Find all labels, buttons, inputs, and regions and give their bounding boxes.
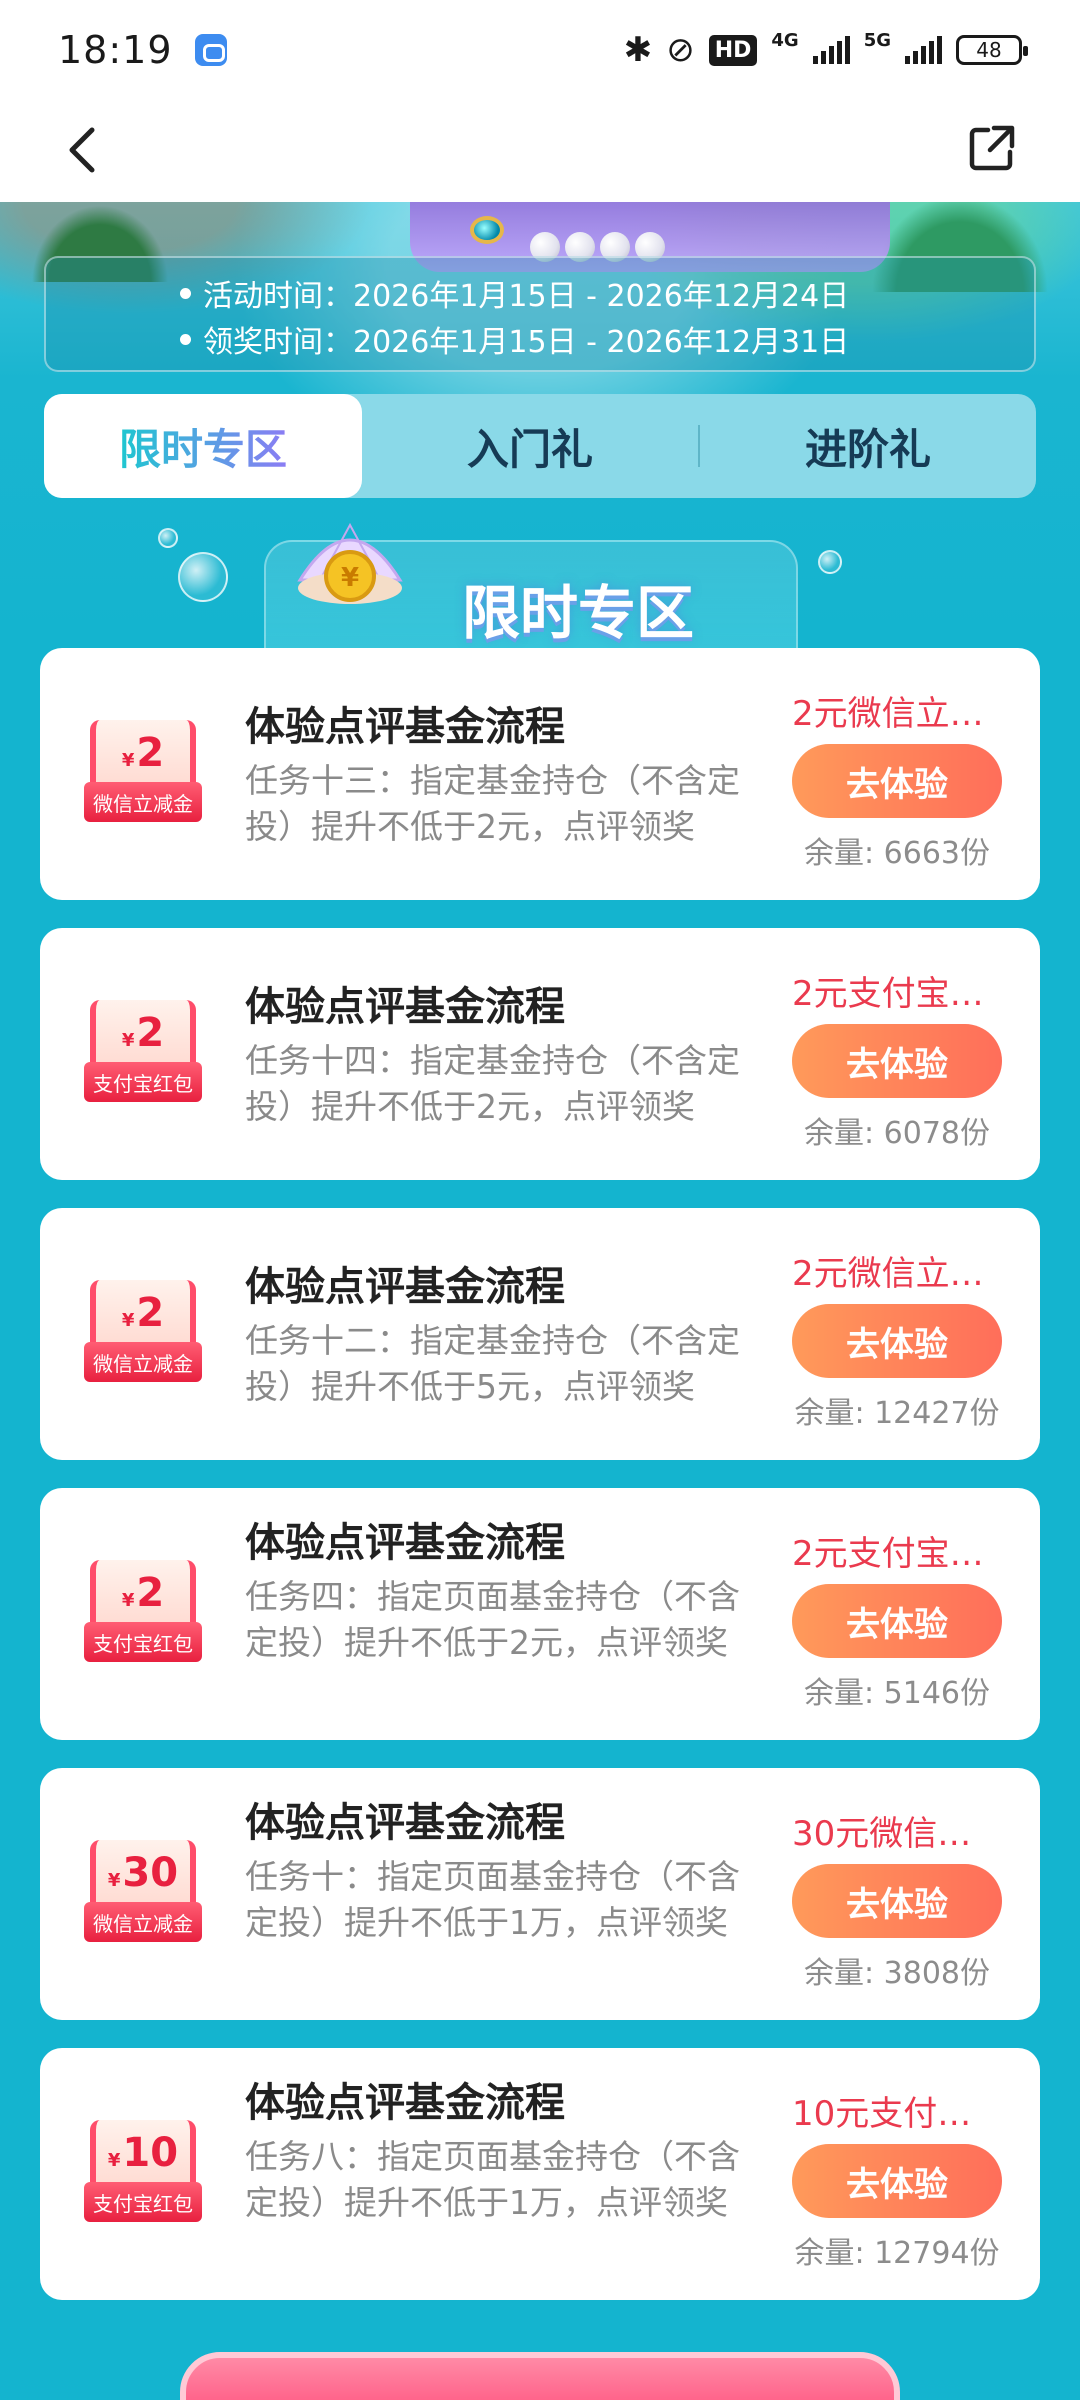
reward-text: 2元支付宝…: [792, 1534, 984, 1574]
task-title: 体验点评基金流程: [245, 1264, 565, 1310]
task-title: 体验点评基金流程: [245, 2080, 565, 2126]
bubble-decoration: [178, 552, 228, 602]
bullet-icon: [180, 333, 191, 345]
coupon-badge: ¥2 支付宝红包: [84, 1000, 202, 1108]
coupon-amount: 2: [136, 730, 165, 776]
section-title: 限时专区: [462, 579, 695, 647]
nav-bar: [0, 100, 1080, 202]
signal-bars-icon: [812, 36, 850, 64]
category-tabs: 限时专区 入门礼 进阶礼: [44, 394, 1036, 498]
tab-limited-time[interactable]: 限时专区: [44, 394, 362, 498]
stock-remaining: 余量: 6078份: [804, 1116, 990, 1151]
bubble-decoration: [158, 528, 178, 548]
link-icon: ⊘: [666, 30, 695, 70]
reward-time-text: 领奖时间：2026年1月15日 - 2026年12月31日: [203, 325, 850, 360]
try-button[interactable]: 去体验: [792, 1864, 1002, 1938]
task-description: 任务十：指定页面基金持仓（不含定投）提升不低于1万，点评领奖: [245, 1857, 740, 1942]
task-title: 体验点评基金流程: [245, 984, 565, 1030]
chevron-left-icon[interactable]: [58, 124, 110, 176]
stock-remaining: 余量: 3808份: [804, 1956, 990, 1991]
bottom-banner-decoration: [180, 2352, 900, 2400]
coupon-label: 微信立减金: [84, 782, 202, 822]
try-button[interactable]: 去体验: [792, 2144, 1002, 2218]
stock-remaining: 余量: 6663份: [804, 836, 990, 871]
status-time: 18:19: [58, 28, 173, 72]
task-description: 任务十四：指定基金持仓（不含定投）提升不低于2元，点评领奖: [245, 1041, 740, 1126]
bubble-decoration: [818, 550, 842, 574]
activity-time-box: 活动时间：2026年1月15日 - 2026年12月24日 领奖时间：2026年…: [44, 256, 1036, 372]
coupon-label: 支付宝红包: [84, 1062, 202, 1102]
activity-time-line: 活动时间：2026年1月15日 - 2026年12月24日: [180, 270, 1034, 316]
tab-label: 进阶礼: [804, 424, 931, 474]
reward-text: 2元微信立…: [792, 1254, 984, 1294]
coupon-badge: ¥10 支付宝红包: [84, 2120, 202, 2228]
task-description: 任务四：指定页面基金持仓（不含定投）提升不低于2元，点评领奖: [245, 1577, 740, 1662]
network-5g-label: 5G: [863, 29, 891, 51]
task-title: 体验点评基金流程: [245, 1520, 565, 1566]
coupon-label: 微信立减金: [84, 1902, 202, 1942]
task-card: ¥2 微信立减金 体验点评基金流程 任务十三：指定基金持仓（不含定投）提升不低于…: [40, 648, 1040, 900]
coupon-badge: ¥2 支付宝红包: [84, 1560, 202, 1668]
tab-beginner-gift[interactable]: 入门礼: [362, 394, 698, 498]
task-card: ¥2 微信立减金 体验点评基金流程 任务十二：指定基金持仓（不含定投）提升不低于…: [40, 1208, 1040, 1460]
network-4g-label: 4G: [771, 29, 799, 51]
task-list: ¥2 微信立减金 体验点评基金流程 任务十三：指定基金持仓（不含定投）提升不低于…: [40, 648, 1040, 2328]
coupon-label: 支付宝红包: [84, 1622, 202, 1662]
bluetooth-icon: ✱: [623, 30, 653, 70]
signal-bars-icon-2: [905, 36, 942, 64]
stock-remaining: 余量: 12794份: [794, 2236, 1000, 2271]
gem-icon: [470, 216, 504, 244]
activity-time-text: 活动时间：2026年1月15日 - 2026年12月24日: [203, 279, 850, 314]
reward-text: 2元微信立…: [792, 694, 984, 734]
app-notification-icon: [194, 34, 227, 66]
reward-text: 10元支付…: [792, 2094, 972, 2134]
task-card: ¥2 支付宝红包 体验点评基金流程 任务十四：指定基金持仓（不含定投）提升不低于…: [40, 928, 1040, 1180]
task-card: ¥2 支付宝红包 体验点评基金流程 任务四：指定页面基金持仓（不含定投）提升不低…: [40, 1488, 1040, 1740]
coupon-amount: 30: [122, 1850, 179, 1896]
try-button[interactable]: 去体验: [792, 1584, 1002, 1658]
tab-label: 入门礼: [466, 424, 593, 474]
tab-label: 限时专区: [119, 416, 287, 477]
task-description: 任务十三：指定基金持仓（不含定投）提升不低于2元，点评领奖: [245, 761, 740, 846]
hd-voice-icon: HD: [708, 34, 758, 66]
task-description: 任务八：指定页面基金持仓（不含定投）提升不低于1万，点评领奖: [245, 2137, 740, 2222]
reward-time-line: 领奖时间：2026年1月15日 - 2026年12月31日: [180, 316, 1034, 362]
reward-text: 2元支付宝…: [792, 974, 984, 1014]
task-title: 体验点评基金流程: [245, 1800, 565, 1846]
coupon-amount: 2: [136, 1010, 165, 1056]
task-card: ¥10 支付宝红包 体验点评基金流程 任务八：指定页面基金持仓（不含定投）提升不…: [40, 2048, 1040, 2300]
stock-remaining: 余量: 12427份: [794, 1396, 1000, 1431]
tab-advanced-gift[interactable]: 进阶礼: [700, 394, 1036, 498]
coupon-label: 支付宝红包: [84, 2182, 202, 2222]
stock-remaining: 余量: 5146份: [804, 1676, 990, 1711]
status-bar: 18:19 ✱ ⊘ HD 4G 5G 48: [0, 0, 1080, 100]
task-card: ¥30 微信立减金 体验点评基金流程 任务十：指定页面基金持仓（不含定投）提升不…: [40, 1768, 1040, 2020]
coupon-badge: ¥2 微信立减金: [84, 720, 202, 828]
coupon-badge: ¥30 微信立减金: [84, 1840, 202, 1948]
coupon-badge: ¥2 微信立减金: [84, 1280, 202, 1388]
coupon-amount: 2: [136, 1570, 165, 1616]
share-icon[interactable]: [964, 120, 1020, 176]
status-icons: ✱ ⊘ HD 4G 5G 48: [623, 29, 1028, 70]
coupon-label: 微信立减金: [84, 1342, 202, 1382]
try-button[interactable]: 去体验: [792, 1024, 1002, 1098]
bullet-icon: [180, 287, 191, 299]
shell-coin-icon: ¥: [297, 522, 403, 604]
try-button[interactable]: 去体验: [792, 1304, 1002, 1378]
coupon-amount: 10: [122, 2130, 179, 2176]
svg-text:¥: ¥: [341, 563, 359, 593]
reward-text: 30元微信…: [792, 1814, 972, 1854]
coupon-amount: 2: [136, 1290, 165, 1336]
battery-icon: 48: [956, 35, 1028, 65]
task-description: 任务十二：指定基金持仓（不含定投）提升不低于5元，点评领奖: [245, 1321, 740, 1406]
try-button[interactable]: 去体验: [792, 744, 1002, 818]
task-title: 体验点评基金流程: [245, 704, 565, 750]
